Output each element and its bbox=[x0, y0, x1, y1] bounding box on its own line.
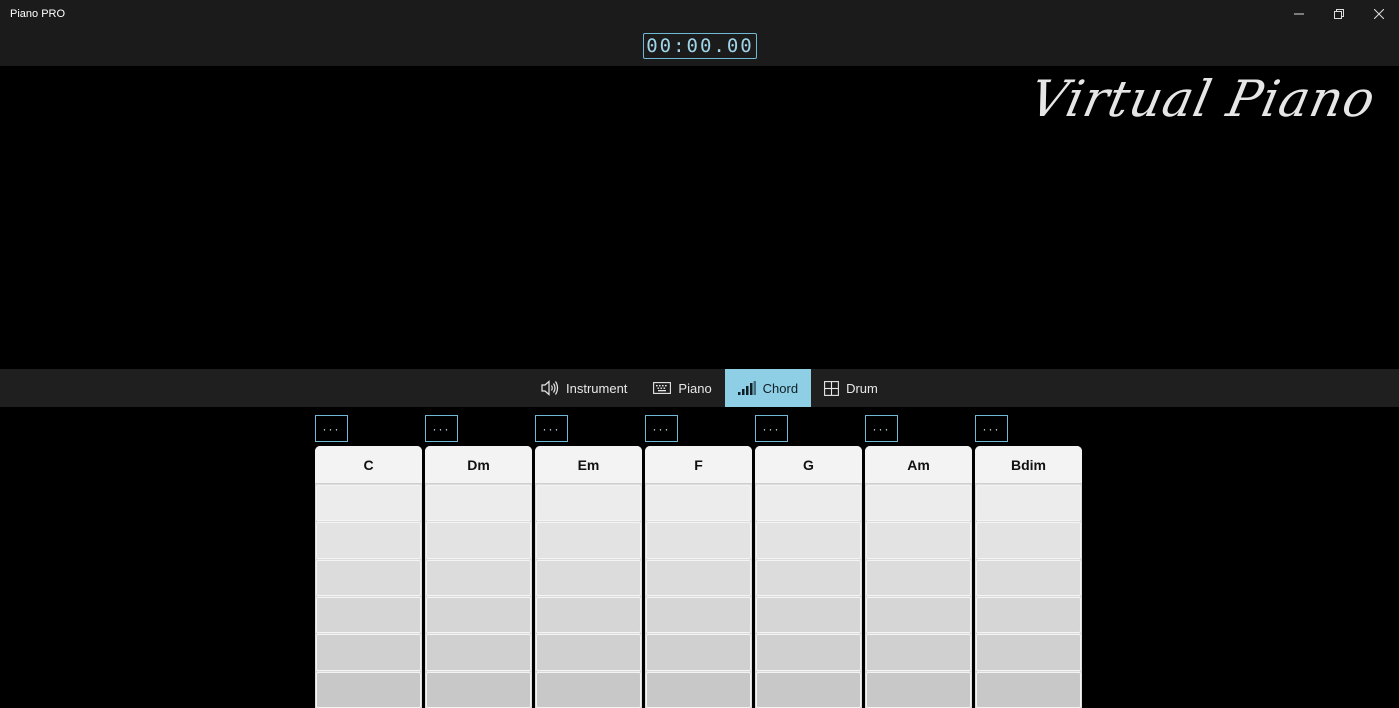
chord-key[interactable] bbox=[866, 485, 971, 522]
chord-key[interactable] bbox=[536, 522, 641, 559]
chord-key[interactable] bbox=[866, 671, 971, 708]
chord-key[interactable] bbox=[646, 596, 751, 634]
chord-key[interactable] bbox=[646, 559, 751, 596]
chord-name: Am bbox=[865, 446, 972, 484]
chord-options-button[interactable]: ··· bbox=[425, 415, 458, 442]
chord-key[interactable] bbox=[426, 522, 531, 559]
chord-name: Bdim bbox=[975, 446, 1082, 484]
chord-pad: Dm bbox=[425, 446, 532, 708]
chord-options-button[interactable]: ··· bbox=[645, 415, 678, 442]
visualizer-area: Virtual Piano bbox=[0, 66, 1399, 369]
tab-chord-label: Chord bbox=[762, 380, 799, 396]
chord-key[interactable] bbox=[976, 522, 1081, 559]
chord-key[interactable] bbox=[316, 634, 421, 671]
chord-key[interactable] bbox=[756, 634, 861, 671]
chord-key[interactable] bbox=[976, 671, 1081, 708]
chord-key[interactable] bbox=[536, 634, 641, 671]
chord-name: Em bbox=[535, 446, 642, 484]
chord-column-dm: ··· Dm bbox=[425, 415, 532, 708]
chord-key[interactable] bbox=[426, 485, 531, 522]
chord-key[interactable] bbox=[426, 559, 531, 596]
chord-key[interactable] bbox=[756, 559, 861, 596]
tab-instrument-label: Instrument bbox=[566, 380, 628, 396]
chord-key[interactable] bbox=[536, 485, 641, 522]
timer-display: 00:00.00 bbox=[643, 33, 757, 59]
chord-key[interactable] bbox=[316, 559, 421, 596]
chord-column-f: ··· F bbox=[645, 415, 752, 708]
chord-key[interactable] bbox=[756, 671, 861, 708]
chord-key[interactable] bbox=[536, 671, 641, 708]
tab-drum-label: Drum bbox=[846, 380, 878, 396]
window-controls bbox=[1279, 0, 1399, 30]
chord-pad: Am bbox=[865, 446, 972, 708]
mode-tab-bar: Instrument Piano Chord Drum bbox=[0, 369, 1399, 407]
chord-key[interactable] bbox=[756, 596, 861, 634]
chord-key[interactable] bbox=[536, 559, 641, 596]
close-icon bbox=[1374, 9, 1384, 19]
chord-column-em: ··· Em bbox=[535, 415, 642, 708]
chord-name: G bbox=[755, 446, 862, 484]
chord-pad: C bbox=[315, 446, 422, 708]
chord-key[interactable] bbox=[756, 522, 861, 559]
chord-pad: F bbox=[645, 446, 752, 708]
chord-key[interactable] bbox=[426, 634, 531, 671]
chord-options-button[interactable]: ··· bbox=[975, 415, 1008, 442]
chord-key[interactable] bbox=[866, 634, 971, 671]
chord-key[interactable] bbox=[756, 485, 861, 522]
tab-piano[interactable]: Piano bbox=[640, 369, 724, 407]
chord-key[interactable] bbox=[426, 596, 531, 634]
chord-column-c: ··· C bbox=[315, 415, 422, 708]
chord-key[interactable] bbox=[866, 596, 971, 634]
chord-panel: ··· C ··· Dm ··· Em ··· F ··· G ··· Am ·… bbox=[315, 415, 1082, 708]
title-bar: Piano PRO 00:00.00 bbox=[0, 0, 1399, 66]
chord-key[interactable] bbox=[976, 634, 1081, 671]
chord-name: F bbox=[645, 446, 752, 484]
chord-key[interactable] bbox=[536, 596, 641, 634]
chord-pad: G bbox=[755, 446, 862, 708]
chord-options-button[interactable]: ··· bbox=[755, 415, 788, 442]
virtual-piano-logo: Virtual Piano bbox=[1024, 70, 1382, 128]
tab-instrument[interactable]: Instrument bbox=[528, 369, 640, 407]
chord-key[interactable] bbox=[316, 596, 421, 634]
chord-key[interactable] bbox=[426, 671, 531, 708]
grid-icon bbox=[824, 380, 840, 396]
chord-key[interactable] bbox=[316, 522, 421, 559]
chord-key[interactable] bbox=[316, 485, 421, 522]
chord-column-am: ··· Am bbox=[865, 415, 972, 708]
chord-key[interactable] bbox=[866, 559, 971, 596]
restore-button[interactable] bbox=[1319, 0, 1359, 28]
minimize-button[interactable] bbox=[1279, 0, 1319, 28]
chord-key[interactable] bbox=[646, 522, 751, 559]
chord-pad: Em bbox=[535, 446, 642, 708]
chord-key[interactable] bbox=[976, 485, 1081, 522]
chord-options-button[interactable]: ··· bbox=[315, 415, 348, 442]
chord-options-button[interactable]: ··· bbox=[865, 415, 898, 442]
tab-drum[interactable]: Drum bbox=[811, 369, 891, 407]
chord-key[interactable] bbox=[646, 671, 751, 708]
chord-key[interactable] bbox=[976, 596, 1081, 634]
chord-key[interactable] bbox=[646, 634, 751, 671]
chord-pad: Bdim bbox=[975, 446, 1082, 708]
chord-key[interactable] bbox=[976, 559, 1081, 596]
app-title: Piano PRO bbox=[10, 8, 66, 20]
chord-key[interactable] bbox=[866, 522, 971, 559]
keyboard-icon bbox=[653, 382, 672, 394]
tab-chord[interactable]: Chord bbox=[724, 369, 812, 407]
tab-piano-label: Piano bbox=[678, 380, 712, 396]
chord-column-g: ··· G bbox=[755, 415, 862, 708]
close-button[interactable] bbox=[1359, 0, 1399, 28]
chord-key[interactable] bbox=[646, 485, 751, 522]
chord-name: C bbox=[315, 446, 422, 484]
minimize-icon bbox=[1294, 13, 1304, 15]
chord-options-button[interactable]: ··· bbox=[535, 415, 568, 442]
chord-key[interactable] bbox=[316, 671, 421, 708]
speaker-icon bbox=[541, 380, 559, 396]
signal-bars-icon bbox=[737, 381, 756, 395]
restore-icon bbox=[1334, 9, 1344, 19]
chord-name: Dm bbox=[425, 446, 532, 484]
chord-column-bdim: ··· Bdim bbox=[975, 415, 1082, 708]
